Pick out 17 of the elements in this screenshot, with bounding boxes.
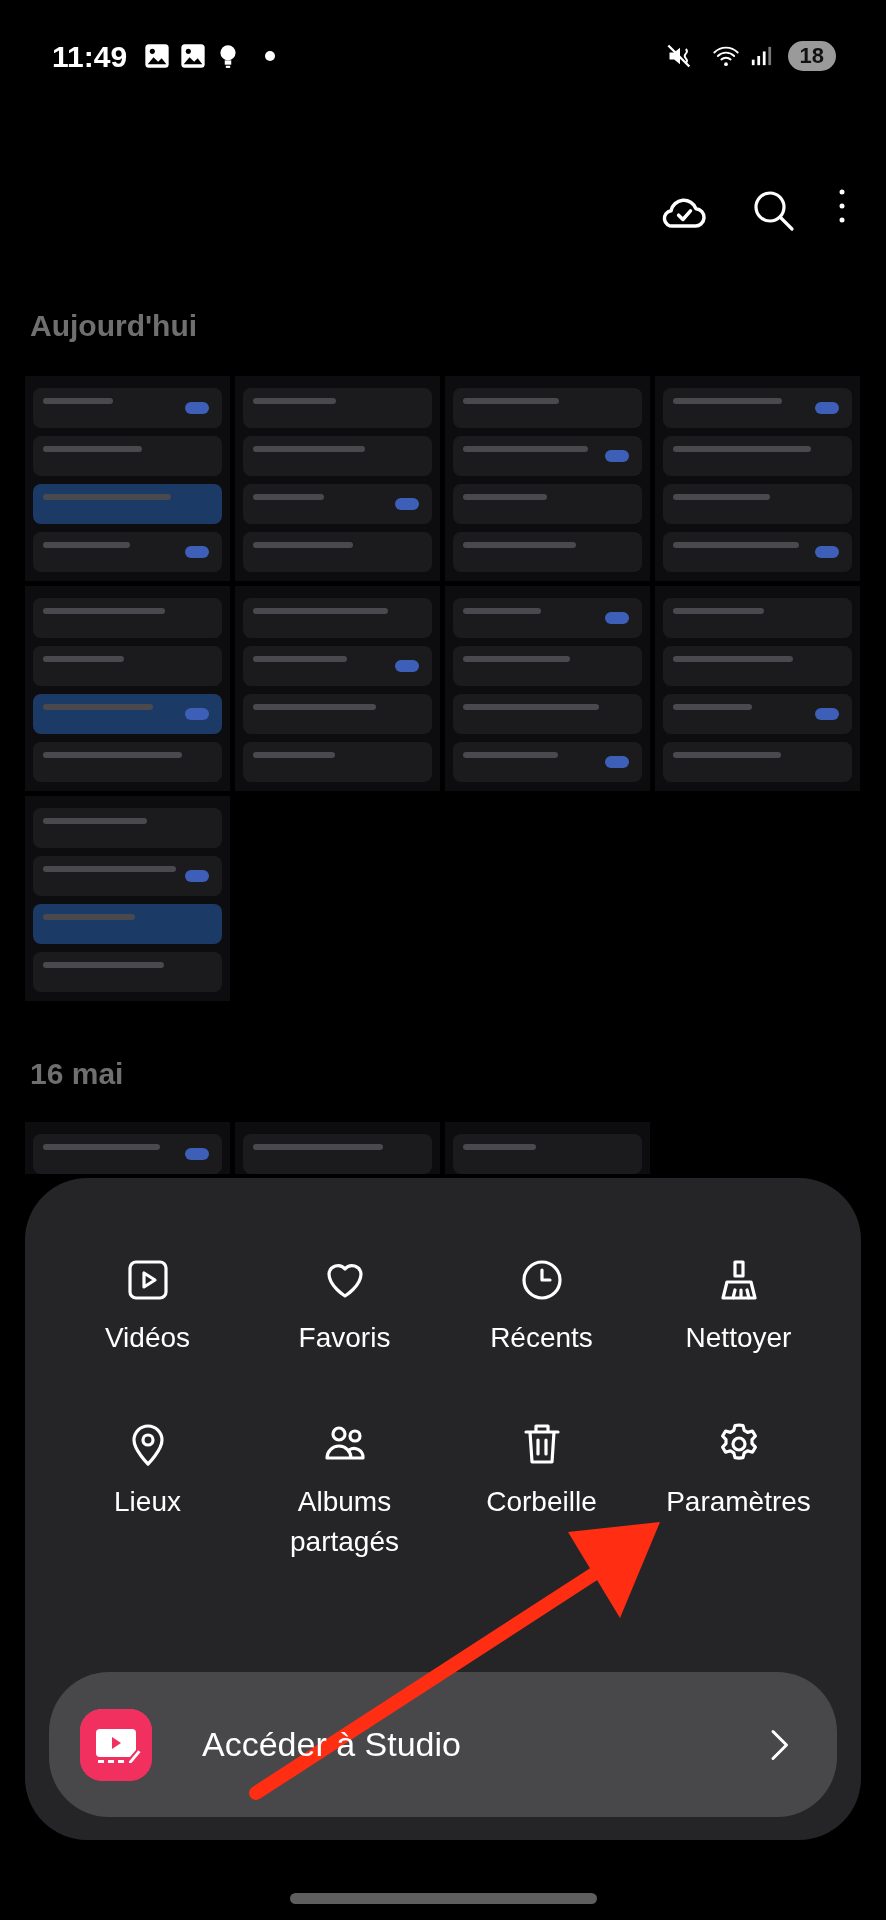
menu-item[interactable]: Lieux (49, 1420, 246, 1562)
status-time: 11:49 (52, 38, 128, 75)
menu-item[interactable]: Nettoyer (640, 1256, 837, 1358)
section-title: Aujourd'hui (29, 308, 199, 344)
image-icon (143, 42, 172, 70)
menu-item[interactable]: Albums partagés (246, 1420, 443, 1562)
battery-level: 18 (787, 41, 836, 71)
menu-item[interactable]: Récents (443, 1256, 640, 1358)
menu-item[interactable]: Vidéos (49, 1256, 246, 1358)
menu-item[interactable]: Corbeille (443, 1420, 640, 1562)
menu-item[interactable]: Paramètres (640, 1420, 837, 1562)
menu-item[interactable]: Favoris (246, 1256, 443, 1358)
more-options-icon[interactable] (838, 187, 846, 225)
dot-icon (265, 51, 276, 61)
studio-app-icon (80, 1708, 152, 1781)
image-icon (179, 42, 208, 70)
section-title: 16 mai (29, 1056, 125, 1092)
